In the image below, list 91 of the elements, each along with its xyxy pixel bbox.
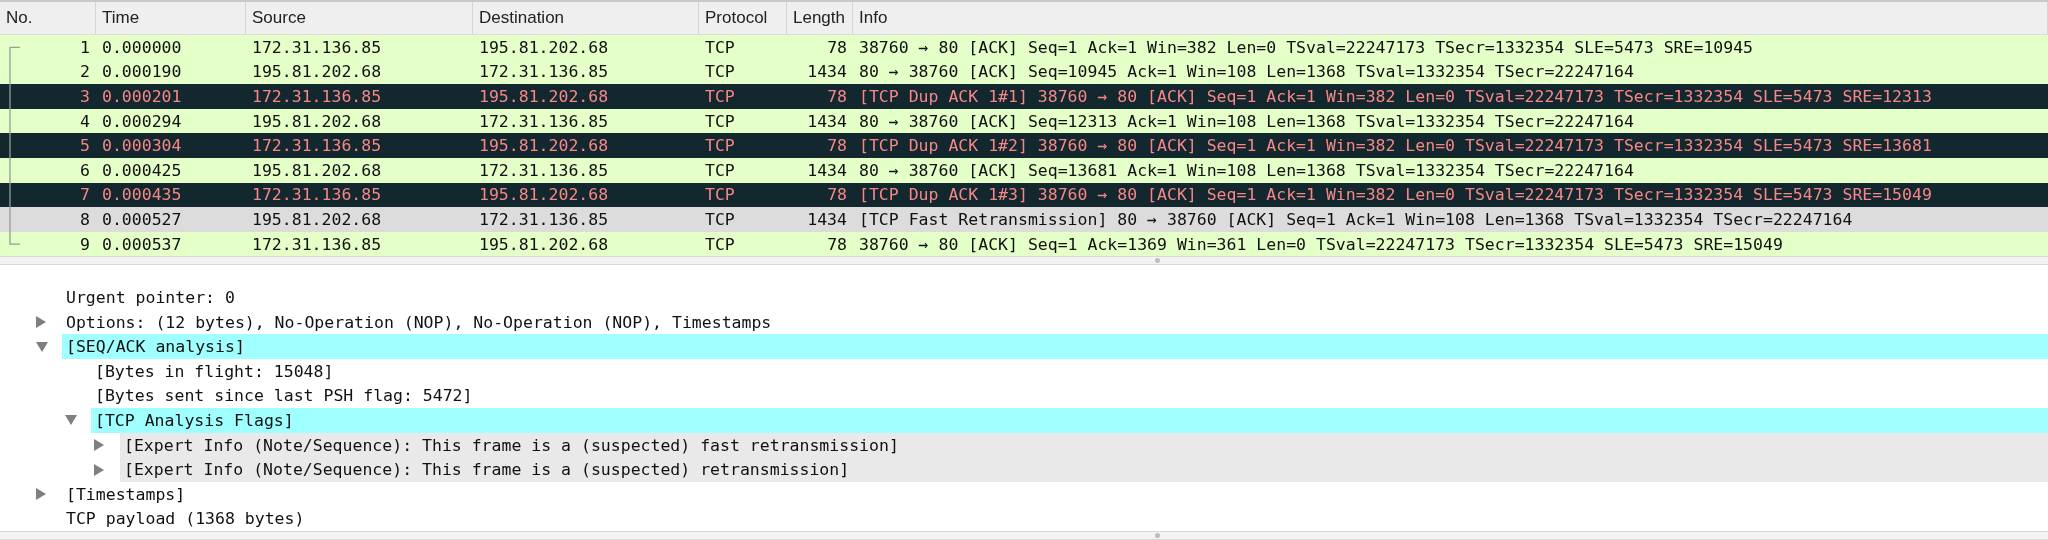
detail-tree-item[interactable]: TCP payload (1368 bytes) bbox=[0, 506, 2048, 532]
table-cell-text: TCP bbox=[704, 234, 736, 254]
table-cell-text: 9 bbox=[79, 234, 91, 254]
table-cell-text: 0.000435 bbox=[101, 185, 183, 205]
collapsed-triangle-icon[interactable] bbox=[36, 316, 46, 329]
table-cell-text: [TCP Dup ACK 1#1] 38760 → 80 [ACK] Seq=1 Ack=1 Win=382 Len=0 TSval=22247173 TSecr=1332354 SLE=5473 SRE=12313 bbox=[858, 87, 1933, 106]
table-cell-text: 0.000000 bbox=[101, 37, 183, 57]
column-header[interactable]: Protocol bbox=[705, 8, 768, 28]
table-cell-text: 195.81.202.68 bbox=[251, 209, 383, 229]
table-cell-text: 3 bbox=[79, 87, 91, 106]
table-cell-text: 1434 bbox=[806, 160, 848, 180]
table-cell-text: 6 bbox=[79, 160, 91, 180]
table-cell-text: TCP bbox=[704, 37, 736, 57]
detail-tree-item[interactable]: [Timestamps] bbox=[0, 481, 2048, 507]
table-cell-text: 1434 bbox=[806, 111, 848, 131]
table-cell-text: 195.81.202.68 bbox=[478, 37, 610, 57]
table-cell-text: 172.31.136.85 bbox=[251, 185, 383, 205]
table-cell-text: [TCP Dup ACK 1#2] 38760 → 80 [ACK] Seq=1 Ack=1 Win=382 Len=0 TSval=22247173 TSecr=1332354 SLE=5473 SRE=13681 bbox=[858, 136, 1933, 156]
table-cell-text: 172.31.136.85 bbox=[251, 37, 383, 57]
table-cell-text: 80 → 38760 [ACK] Seq=12313 Ack=1 Win=108 Len=1368 TSval=1332354 TSecr=22247164 bbox=[858, 111, 1635, 131]
table-cell-text: 172.31.136.85 bbox=[478, 160, 610, 180]
table-cell-text: 38760 → 80 [ACK] Seq=1 Ack=1 Win=382 Len=0 TSval=22247173 TSecr=1332354 SLE=5473 SRE=10945 bbox=[858, 37, 1755, 57]
packet-row[interactable]: 4 0.000294 195.81.202.68 172.31.136.85 TCP 1434 80 → 38760 [ACK] Seq=12313 Ack=1 Win=108 Len=1368 TSval=1332354 TSecr=22247164 bbox=[0, 108, 2048, 134]
table-cell-text: 0.000537 bbox=[101, 234, 183, 254]
table-cell-text: 1 bbox=[79, 37, 91, 57]
column-header[interactable]: Length bbox=[793, 8, 845, 28]
table-cell-text: 195.81.202.68 bbox=[478, 87, 610, 106]
table-cell-text: TCP bbox=[704, 209, 736, 229]
table-cell-text: 78 bbox=[826, 37, 848, 57]
table-cell-text: 0.000527 bbox=[101, 209, 183, 229]
detail-tree-item[interactable]: Urgent pointer: 0 bbox=[0, 285, 2048, 310]
table-cell-text: 195.81.202.68 bbox=[478, 136, 610, 156]
expanded-triangle-icon[interactable] bbox=[36, 341, 48, 352]
table-cell-text: 172.31.136.85 bbox=[478, 209, 610, 229]
packet-row[interactable]: 8 0.000527 195.81.202.68 172.31.136.85 TCP 1434 [TCP Fast Retransmission] 80 → 38760 [ACK] Seq=1 Ack=1 Win=108 Len=1368 TSval=1332354 TSecr=22247164 bbox=[0, 207, 2048, 232]
table-cell-text: 195.81.202.68 bbox=[251, 160, 383, 180]
table-cell-text: 78 bbox=[826, 136, 848, 156]
table-cell-text: 195.81.202.68 bbox=[251, 62, 383, 82]
table-cell-text: 2 bbox=[79, 62, 91, 82]
table-cell-text: TCP bbox=[704, 185, 736, 205]
table-cell-text: 78 bbox=[826, 234, 848, 254]
table-cell-text: TCP bbox=[704, 160, 736, 180]
table-cell-text: 0.000294 bbox=[101, 111, 183, 131]
table-cell-text: 78 bbox=[826, 185, 848, 205]
column-header[interactable]: Destination bbox=[479, 8, 565, 28]
table-cell-text: 172.31.136.85 bbox=[251, 136, 383, 156]
table-cell-text: 0.000304 bbox=[101, 136, 183, 156]
table-cell-text: 5 bbox=[79, 136, 91, 156]
table-cell-text: 172.31.136.85 bbox=[251, 87, 383, 106]
collapsed-triangle-icon[interactable] bbox=[94, 439, 104, 452]
packet-row[interactable]: 6 0.000425 195.81.202.68 172.31.136.85 TCP 1434 80 → 38760 [ACK] Seq=13681 Ack=1 Win=108 Len=1368 TSval=1332354 TSecr=22247164 bbox=[0, 157, 2048, 183]
table-cell-text: 1434 bbox=[806, 62, 848, 82]
table-cell-text: [TCP Fast Retransmission] 80 → 38760 [ACK] Seq=1 Ack=1 Win=108 Len=1368 TSval=1332354 TSecr=22247164 bbox=[858, 209, 1854, 229]
table-cell-text: [TCP Dup ACK 1#3] 38760 → 80 [ACK] Seq=1 Ack=1 Win=382 Len=0 TSval=22247173 TSecr=1332354 SLE=5473 SRE=15049 bbox=[858, 185, 1933, 205]
detail-tree-item[interactable]: [Bytes in flight: 15048] bbox=[0, 359, 2048, 384]
packet-row[interactable]: 2 0.000190 195.81.202.68 172.31.136.85 TCP 1434 80 → 38760 [ACK] Seq=10945 Ack=1 Win=108 Len=1368 TSval=1332354 TSecr=22247164 bbox=[0, 59, 2048, 85]
packet-row[interactable]: 9 0.000537 172.31.136.85 195.81.202.68 TCP 78 38760 → 80 [ACK] Seq=1 Ack=1369 Win=361 Len=0 TSval=22247173 TSecr=1332354 SLE=5473 SRE=15049 bbox=[0, 231, 2048, 257]
table-cell-text: 80 → 38760 [ACK] Seq=10945 Ack=1 Win=108 Len=1368 TSval=1332354 TSecr=22247164 bbox=[858, 62, 1635, 82]
packet-row[interactable]: 3 0.000201 172.31.136.85 195.81.202.68 TCP 78 [TCP Dup ACK 1#1] 38760 → 80 [ACK] Seq=1 Ack=1 Win=382 Len=0 TSval=22247173 TSecr=1332354 SLE=5473 SRE=12313 bbox=[0, 84, 2048, 109]
packet-row[interactable]: 7 0.000435 172.31.136.85 195.81.202.68 TCP 78 [TCP Dup ACK 1#3] 38760 → 80 [ACK] Seq=1 Ack=1 Win=382 Len=0 TSval=22247173 TSecr=1332354 SLE=5473 SRE=15049 bbox=[0, 182, 2048, 208]
table-cell-text: 4 bbox=[79, 111, 91, 131]
table-cell-text: TCP bbox=[704, 111, 736, 131]
column-header[interactable]: Source bbox=[252, 8, 306, 28]
collapsed-triangle-icon[interactable] bbox=[36, 488, 46, 501]
table-cell-text: 0.000201 bbox=[101, 87, 183, 106]
table-cell-text: TCP bbox=[704, 87, 736, 106]
table-cell-text: TCP bbox=[704, 62, 736, 82]
table-cell-text: 0.000190 bbox=[101, 62, 183, 82]
table-cell-text: 8 bbox=[79, 209, 91, 229]
table-cell-text: 172.31.136.85 bbox=[478, 62, 610, 82]
table-cell-text: 195.81.202.68 bbox=[478, 234, 610, 254]
packet-row[interactable]: 5 0.000304 172.31.136.85 195.81.202.68 TCP 78 [TCP Dup ACK 1#2] 38760 → 80 [ACK] Seq=1 Ack=1 Win=382 Len=0 TSval=22247173 TSecr=1332354 SLE=5473 SRE=13681 bbox=[0, 133, 2048, 158]
expanded-triangle-icon[interactable] bbox=[65, 415, 77, 426]
table-cell-text: 1434 bbox=[806, 209, 848, 229]
table-cell-text: 0.000425 bbox=[101, 160, 183, 180]
column-header[interactable]: Time bbox=[102, 8, 140, 28]
table-cell-text: 172.31.136.85 bbox=[251, 234, 383, 254]
column-header[interactable]: Info bbox=[859, 8, 888, 28]
table-cell-text: 7 bbox=[79, 185, 91, 205]
table-cell-text: 172.31.136.85 bbox=[478, 111, 610, 131]
table-cell-text: 78 bbox=[826, 87, 848, 106]
table-cell-text: 195.81.202.68 bbox=[251, 111, 383, 131]
detail-tree-item[interactable]: [Bytes sent since last PSH flag: 5472] bbox=[0, 383, 2048, 409]
collapsed-triangle-icon[interactable] bbox=[94, 463, 104, 476]
table-cell-text: TCP bbox=[704, 136, 736, 156]
detail-tree-item[interactable]: Options: (12 bytes), No-Operation (NOP), No-Operation (NOP), Timestamps bbox=[0, 309, 2048, 335]
table-cell-text: 38760 → 80 [ACK] Seq=1 Ack=1369 Win=361 Len=0 TSval=22247173 TSecr=1332354 SLE=5473 SRE=15049 bbox=[858, 234, 1784, 254]
table-cell-text: 80 → 38760 [ACK] Seq=13681 Ack=1 Win=108 Len=1368 TSval=1332354 TSecr=22247164 bbox=[858, 160, 1635, 180]
column-header[interactable]: No. bbox=[6, 8, 33, 28]
table-cell-text: 195.81.202.68 bbox=[478, 185, 610, 205]
packet-row[interactable]: 1 0.000000 172.31.136.85 195.81.202.68 TCP 78 38760 → 80 [ACK] Seq=1 Ack=1 Win=382 Len=0 TSval=22247173 TSecr=1332354 SLE=5473 SRE=10945 bbox=[0, 35, 2048, 60]
